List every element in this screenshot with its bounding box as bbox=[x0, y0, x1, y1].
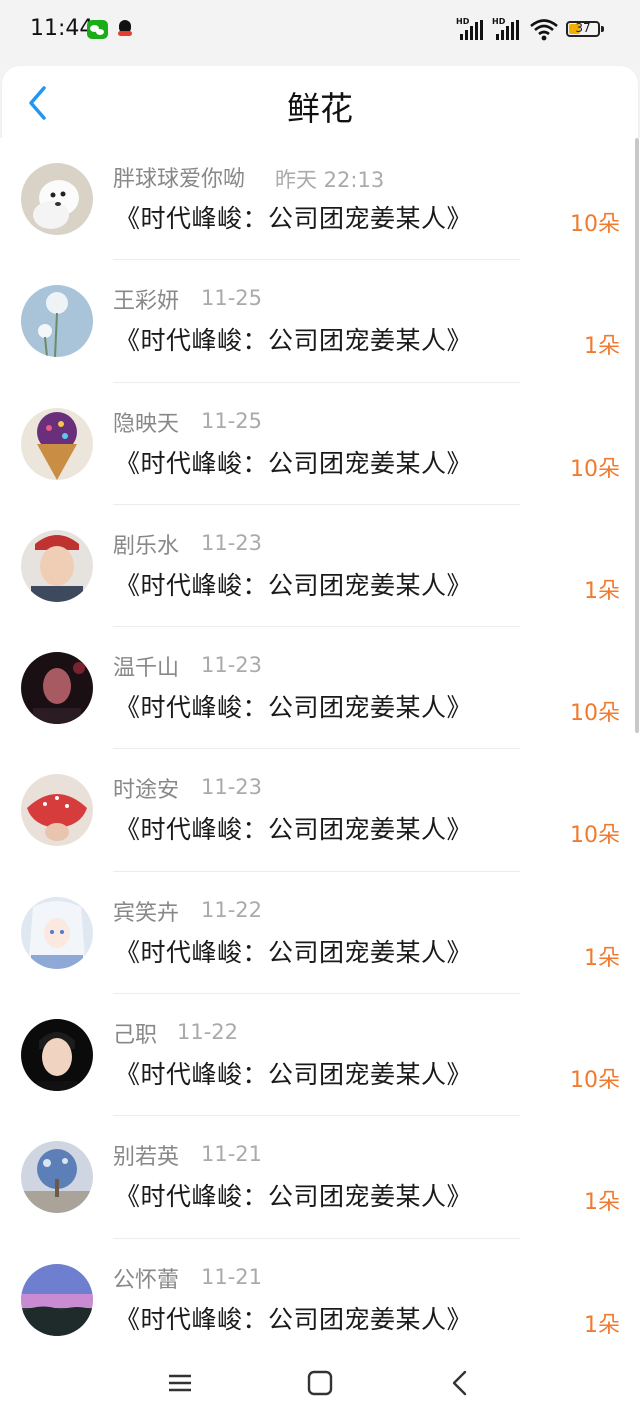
user-name: 胖球球爱你呦 bbox=[113, 167, 246, 192]
book-title: 《时代峰峻：公司团宠姜某人》 bbox=[115, 693, 473, 723]
list-item[interactable]: 时途安 11-23 《时代峰峻：公司团宠姜某人》 10朵 bbox=[0, 749, 640, 872]
book-title: 《时代峰峻：公司团宠姜某人》 bbox=[115, 937, 473, 967]
user-name: 温千山 bbox=[113, 656, 180, 682]
date: 11-25 bbox=[201, 408, 263, 433]
user-name: 时途安 bbox=[113, 778, 180, 804]
book-title: 《时代峰峻：公司团宠姜某人》 bbox=[115, 570, 473, 600]
date: 11-23 bbox=[201, 530, 263, 555]
flower-count: 1朵 bbox=[584, 334, 620, 360]
menu-icon bbox=[169, 1374, 191, 1392]
home-button[interactable] bbox=[305, 1368, 335, 1398]
avatar[interactable] bbox=[21, 1263, 93, 1336]
avatar[interactable] bbox=[21, 1019, 93, 1092]
home-square-icon bbox=[307, 1370, 333, 1396]
system-nav-bar bbox=[0, 1348, 640, 1422]
system-back-button[interactable] bbox=[445, 1368, 475, 1398]
flower-count: 1朵 bbox=[584, 578, 620, 604]
book-title: 《时代峰峻：公司团宠姜某人》 bbox=[115, 1060, 473, 1090]
wechat-notification-icon bbox=[87, 20, 108, 39]
list-item[interactable]: 别若英 11-21 《时代峰峻：公司团宠姜某人》 1朵 bbox=[0, 1116, 640, 1239]
book-title: 《时代峰峻：公司团宠姜某人》 bbox=[115, 1182, 473, 1212]
book-title: 《时代峰峻：公司团宠姜某人》 bbox=[115, 815, 473, 845]
date: 11-25 bbox=[201, 286, 263, 311]
date: 11-21 bbox=[201, 1264, 263, 1289]
avatar[interactable] bbox=[21, 652, 93, 725]
list-item[interactable]: 公怀蕾 11-21 《时代峰峻：公司团宠姜某人》 1朵 bbox=[0, 1239, 640, 1348]
battery-tip bbox=[601, 26, 604, 32]
date: 昨天 22:13 bbox=[275, 168, 385, 192]
app-header: 鲜花 bbox=[2, 66, 638, 138]
list-item[interactable]: 胖球球爱你呦 昨天 22:13 《时代峰峻：公司团宠姜某人》 10朵 bbox=[0, 138, 640, 261]
list-item[interactable]: 王彩妍 11-25 《时代峰峻：公司团宠姜某人》 1朵 bbox=[0, 260, 640, 383]
avatar[interactable] bbox=[21, 774, 93, 847]
flower-count: 1朵 bbox=[584, 1312, 620, 1338]
avatar[interactable] bbox=[21, 163, 93, 235]
list-item[interactable]: 温千山 11-23 《时代峰峻：公司团宠姜某人》 10朵 bbox=[0, 627, 640, 750]
avatar[interactable] bbox=[21, 407, 93, 480]
avatar[interactable] bbox=[21, 896, 93, 969]
qq-notification-icon bbox=[118, 20, 132, 38]
date: 11-23 bbox=[201, 653, 263, 678]
flower-count: 10朵 bbox=[570, 212, 620, 237]
book-title: 《时代峰峻：公司团宠姜某人》 bbox=[115, 1304, 473, 1334]
book-title: 《时代峰峻：公司团宠姜某人》 bbox=[115, 448, 473, 478]
flower-count: 10朵 bbox=[570, 1068, 620, 1094]
avatar[interactable] bbox=[21, 285, 93, 358]
signal-2-hd-label: HD bbox=[492, 17, 506, 26]
menu-button[interactable] bbox=[165, 1368, 195, 1398]
user-name: 隐映天 bbox=[113, 411, 180, 437]
signal-1-hd-label: HD bbox=[456, 17, 470, 26]
list-item[interactable]: 宾笑卉 11-22 《时代峰峻：公司团宠姜某人》 1朵 bbox=[0, 872, 640, 995]
book-title: 《时代峰峻：公司团宠姜某人》 bbox=[115, 326, 473, 356]
signal-strength-1-icon: HD bbox=[456, 17, 486, 40]
book-title: 《时代峰峻：公司团宠姜某人》 bbox=[115, 204, 473, 233]
user-name: 剧乐水 bbox=[113, 533, 180, 559]
battery-level: 37 bbox=[575, 21, 591, 35]
signal-strength-2-icon: HD bbox=[492, 17, 522, 40]
flower-count: 1朵 bbox=[584, 1190, 620, 1216]
status-bar: 11:44 HD HD 37 bbox=[0, 0, 640, 60]
user-name: 公怀蕾 bbox=[113, 1267, 180, 1293]
flower-count: 1朵 bbox=[584, 945, 620, 971]
wifi-icon bbox=[530, 18, 558, 42]
list-item[interactable]: 剧乐水 11-23 《时代峰峻：公司团宠姜某人》 1朵 bbox=[0, 505, 640, 628]
date: 11-21 bbox=[201, 1142, 263, 1167]
user-name: 别若英 bbox=[113, 1145, 180, 1171]
user-name: 己职 bbox=[113, 1023, 158, 1049]
flower-count: 10朵 bbox=[570, 823, 620, 849]
avatar[interactable] bbox=[21, 529, 93, 602]
page-title: 鲜花 bbox=[287, 89, 353, 128]
scrollbar[interactable] bbox=[635, 138, 639, 733]
flower-list[interactable]: 胖球球爱你呦 昨天 22:13 《时代峰峻：公司团宠姜某人》 10朵 王彩妍 1… bbox=[0, 138, 640, 1348]
date: 11-22 bbox=[177, 1020, 239, 1045]
list-item[interactable]: 隐映天 11-25 《时代峰峻：公司团宠姜某人》 10朵 bbox=[0, 383, 640, 505]
user-name: 宾笑卉 bbox=[113, 900, 180, 926]
status-time: 11:44 bbox=[30, 16, 94, 41]
flower-count: 10朵 bbox=[570, 701, 620, 727]
back-triangle-icon bbox=[452, 1370, 467, 1396]
user-name: 王彩妍 bbox=[113, 289, 180, 315]
date: 11-23 bbox=[201, 775, 263, 800]
avatar[interactable] bbox=[21, 1141, 93, 1214]
flower-count: 10朵 bbox=[570, 456, 620, 482]
list-item[interactable]: 己职 11-22 《时代峰峻：公司团宠姜某人》 10朵 bbox=[0, 994, 640, 1117]
date: 11-22 bbox=[201, 897, 263, 922]
battery-icon: 37 bbox=[566, 21, 600, 37]
